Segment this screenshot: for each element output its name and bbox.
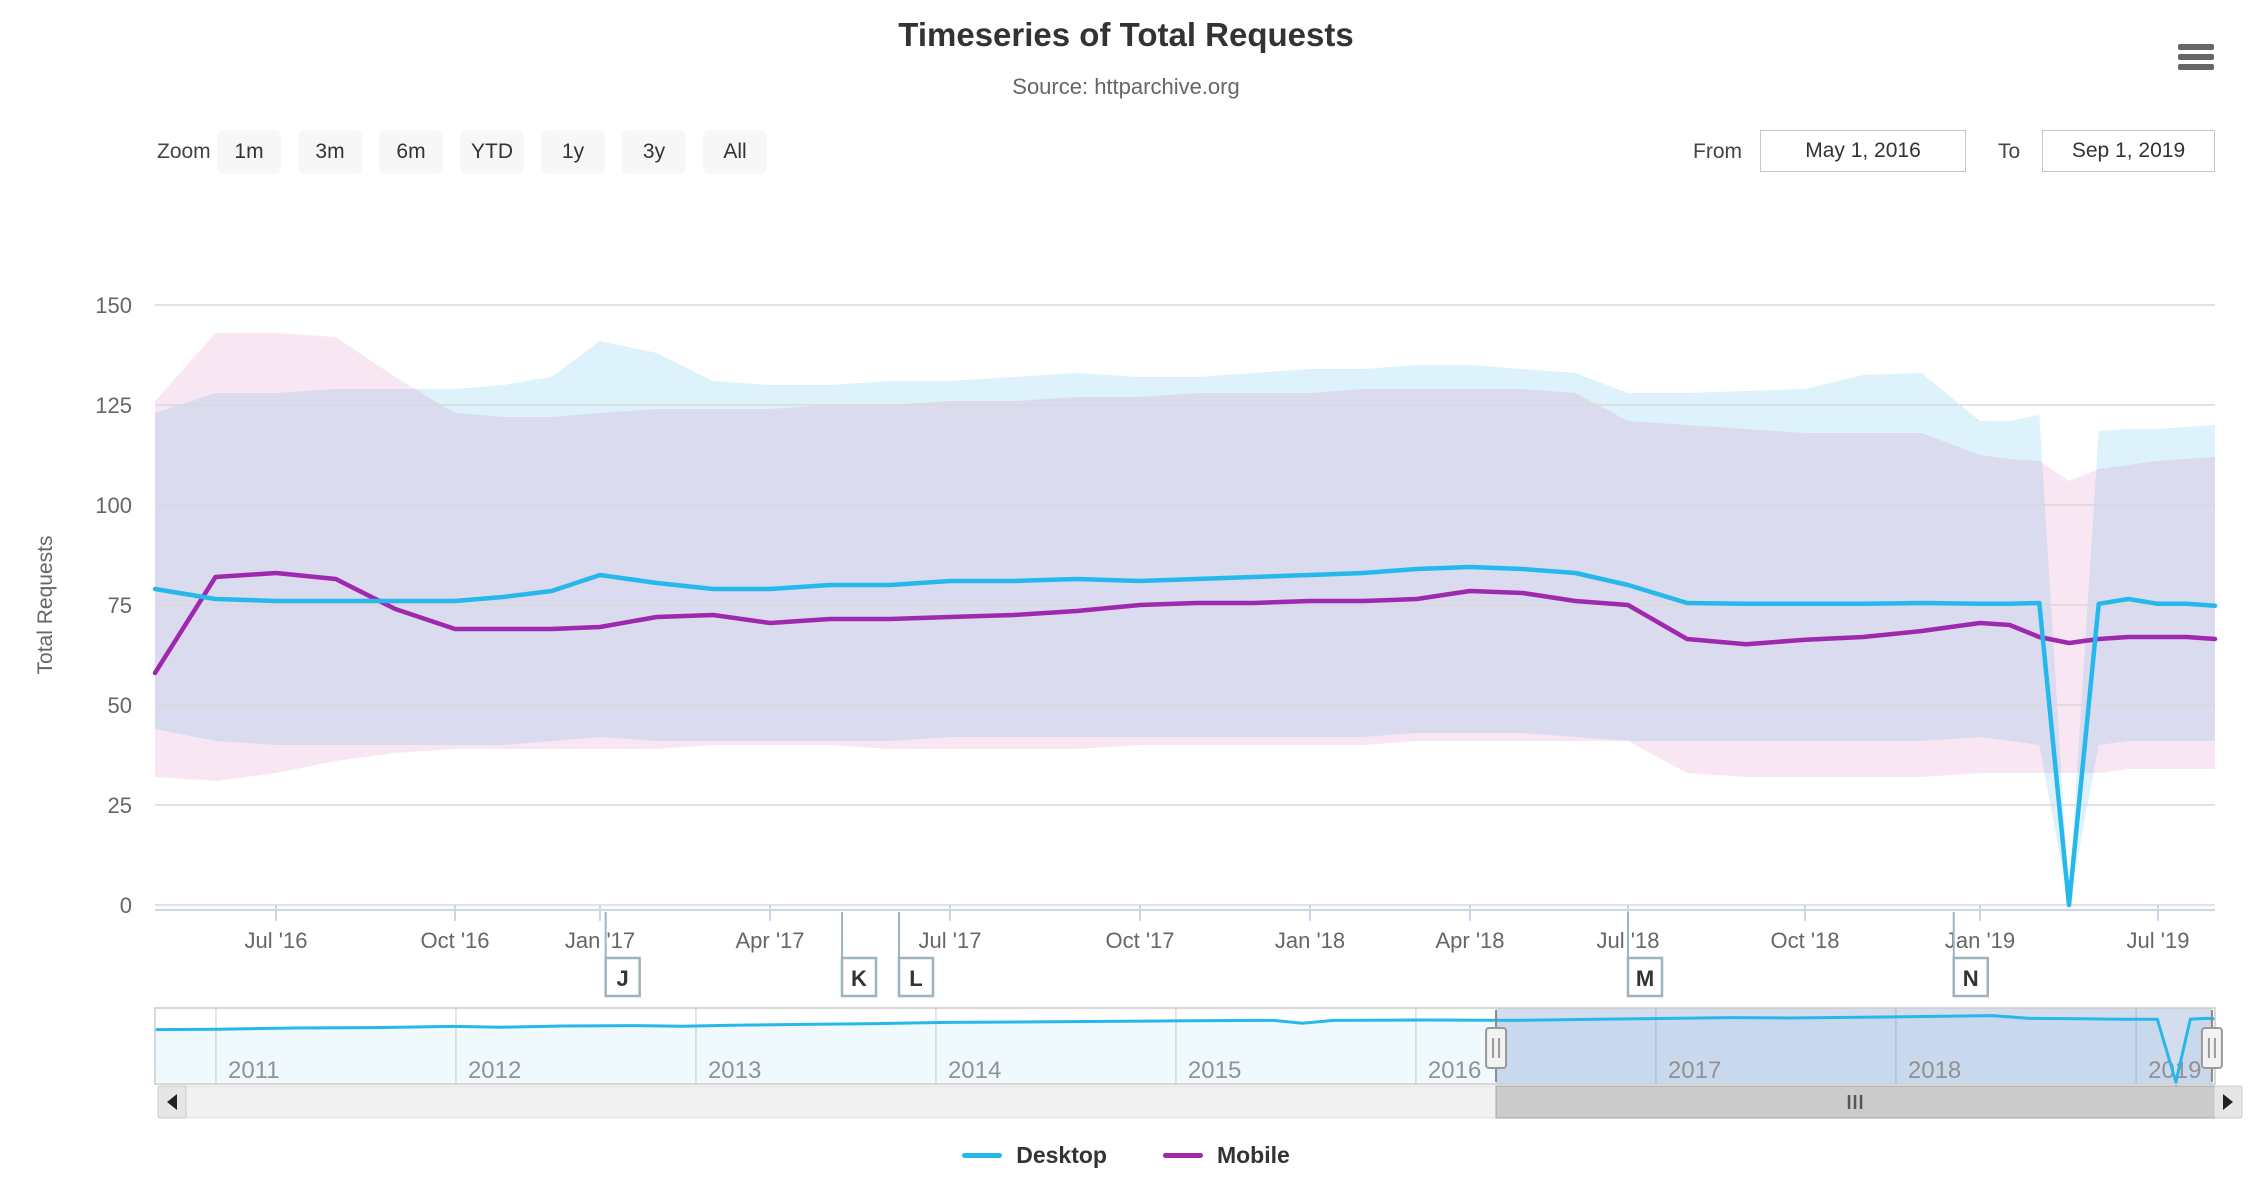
y-axis-label: 100: [95, 493, 132, 518]
confidence-bands: [155, 333, 2215, 905]
flag-label: M: [1636, 966, 1654, 991]
scrollbar-left-button[interactable]: [158, 1086, 186, 1118]
legend-item-desktop[interactable]: Desktop: [962, 1142, 1107, 1169]
x-axis-label: Jan '18: [1275, 928, 1345, 953]
y-axis-label: 75: [108, 593, 132, 618]
flag-label: N: [1963, 966, 1979, 991]
navigator-year-label: 2017: [1668, 1057, 1721, 1084]
navigator-year-label: 2015: [1188, 1057, 1241, 1084]
y-axis-label: 0: [120, 893, 132, 918]
x-axis-label: Apr '18: [1435, 928, 1504, 953]
handle-grip: [2202, 1028, 2222, 1068]
x-axis-label: Jul '19: [2127, 928, 2190, 953]
x-axis-label: Jan '17: [565, 928, 635, 953]
x-axis-label: Oct '17: [1105, 928, 1174, 953]
x-axis-label: Oct '18: [1770, 928, 1839, 953]
legend-item-mobile[interactable]: Mobile: [1163, 1142, 1290, 1169]
handle-grip: [1486, 1028, 1506, 1068]
legend-swatch-desktop: [962, 1153, 1002, 1158]
navigator[interactable]: 201120122013201420152016201720182019: [155, 1008, 2222, 1084]
navigator-year-label: 2011: [228, 1057, 280, 1084]
x-axis-label: Jan '19: [1945, 928, 2015, 953]
scrollbar[interactable]: [158, 1086, 2242, 1118]
x-axis-label: Oct '16: [420, 928, 489, 953]
legend-label: Mobile: [1217, 1142, 1290, 1169]
navigator-year-label: 2012: [468, 1057, 521, 1084]
flag-K[interactable]: K: [842, 912, 876, 996]
legend-swatch-mobile: [1163, 1153, 1203, 1158]
navigator-year-label: 2016: [1428, 1057, 1481, 1084]
flag-label: J: [617, 966, 629, 991]
navigator-year-label: 2014: [948, 1057, 1001, 1084]
x-axis-label: Apr '17: [735, 928, 804, 953]
flag-M[interactable]: M: [1628, 912, 1662, 996]
flag-label: L: [909, 966, 922, 991]
y-axis-label: 25: [108, 793, 132, 818]
x-axis-label: Jul '16: [245, 928, 308, 953]
flag-N[interactable]: N: [1954, 912, 1988, 996]
flag-label: K: [851, 966, 867, 991]
chart-canvas: 0 25 50 75 100 125 150 Total Requests Jul '16 Oct…: [0, 0, 2252, 1202]
navigator-year-label: 2013: [708, 1057, 761, 1084]
legend-label: Desktop: [1016, 1142, 1107, 1169]
flag-L[interactable]: L: [899, 912, 933, 996]
x-axis-label: Jul '17: [919, 928, 982, 953]
y-axis-label: 50: [108, 693, 132, 718]
x-axis: Jul '16 Oct '16 Jan '17 Apr '17 Jul '17 Oct '…: [155, 905, 2215, 953]
legend: Desktop Mobile: [0, 1142, 2252, 1169]
y-axis-label: 125: [95, 393, 132, 418]
flag-J[interactable]: J: [606, 912, 640, 996]
y-axis-label: 150: [95, 293, 132, 318]
y-axis-title: Total Requests: [34, 536, 57, 675]
scrollbar-right-button[interactable]: [2214, 1086, 2242, 1118]
stock-chart: Timeseries of Total Requests Source: htt…: [0, 0, 2252, 1202]
navigator-year-label: 2018: [1908, 1057, 1961, 1084]
flag-annotations: J K L M N: [606, 912, 1988, 996]
